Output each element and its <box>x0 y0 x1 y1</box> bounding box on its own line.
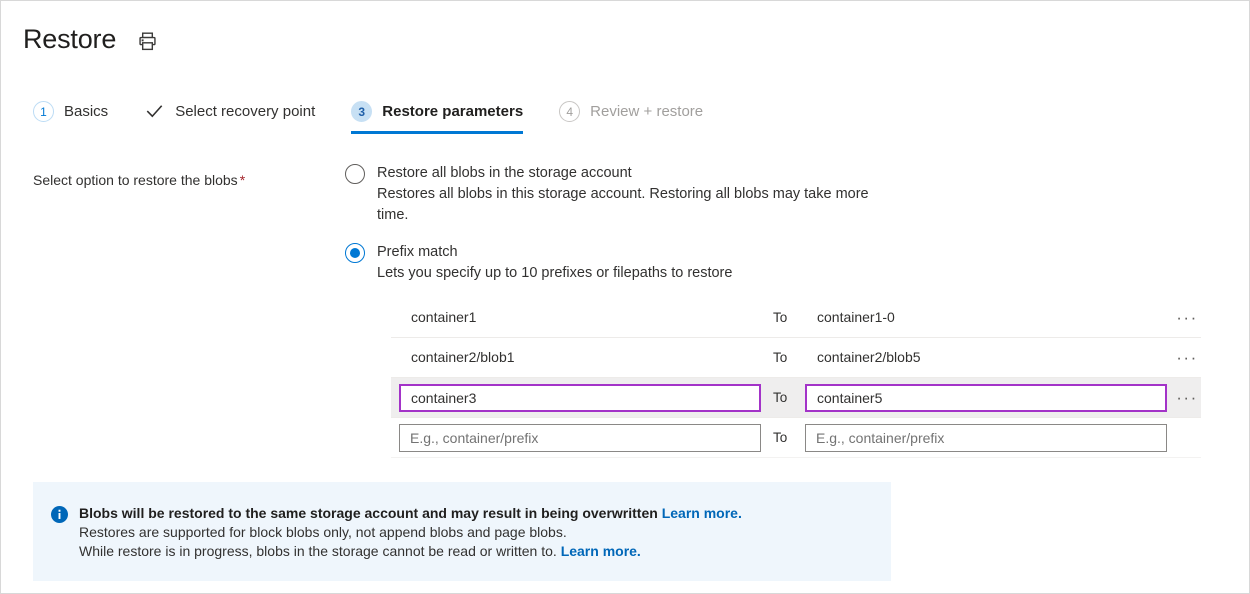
wizard-step-restore-parameters[interactable]: 3 Restore parameters <box>351 101 523 134</box>
radio-button-restore-all[interactable] <box>345 164 365 184</box>
wizard-step-label: Review + restore <box>590 103 703 120</box>
to-label: To <box>761 390 805 405</box>
prefix-destination-input[interactable] <box>805 384 1167 412</box>
learn-more-link-1[interactable]: Learn more. <box>662 505 742 521</box>
radio-option-prefix-match[interactable]: Prefix match Lets you specify up to 10 p… <box>345 242 1249 284</box>
info-banner: Blobs will be restored to the same stora… <box>33 482 891 581</box>
info-banner-line-1-text: Blobs will be restored to the same stora… <box>79 505 662 521</box>
printer-icon[interactable] <box>134 28 160 54</box>
checkmark-icon <box>144 101 165 122</box>
wizard-step-basics[interactable]: 1 Basics <box>33 101 108 134</box>
field-label: Select option to restore the blobs* <box>33 163 345 458</box>
table-row: container2/blob1 To container2/blob5 ··· <box>391 338 1201 378</box>
prefix-destination-cell: container1-0 <box>805 309 1167 327</box>
wizard-step-select-recovery-point[interactable]: Select recovery point <box>144 101 315 134</box>
required-asterisk: * <box>240 172 245 188</box>
info-banner-text: Blobs will be restored to the same stora… <box>79 504 742 561</box>
radio-button-prefix-match[interactable] <box>345 243 365 263</box>
prefix-source-cell: container1 <box>399 309 761 327</box>
prefix-destination-cell <box>805 384 1167 412</box>
table-row: To ··· <box>391 378 1201 418</box>
info-banner-line-3: While restore is in progress, blobs in t… <box>79 542 742 561</box>
to-label: To <box>761 310 805 325</box>
restore-blade: Restore 1 Basics Select recovery point <box>0 0 1250 594</box>
prefix-match-table: container1 To container1-0 ··· container… <box>391 298 1201 458</box>
wizard-steps: 1 Basics Select recovery point 3 Restore… <box>1 101 1249 141</box>
step-number-badge: 3 <box>351 101 372 122</box>
prefix-destination-value: container1-0 <box>805 309 895 325</box>
wizard-step-review-restore[interactable]: 4 Review + restore <box>559 101 703 134</box>
radio-option-restore-all-blobs[interactable]: Restore all blobs in the storage account… <box>345 163 1249 226</box>
prefix-source-input[interactable] <box>399 424 761 452</box>
learn-more-link-2[interactable]: Learn more. <box>561 543 641 559</box>
table-row: container1 To container1-0 ··· <box>391 298 1201 338</box>
radio-option-title: Prefix match <box>377 242 732 263</box>
page-title: Restore <box>23 22 116 56</box>
prefix-destination-cell <box>805 424 1167 452</box>
prefix-destination-cell: container2/blob5 <box>805 349 1167 367</box>
restore-option-field: Select option to restore the blobs* Rest… <box>1 163 1249 458</box>
radio-option-description: Restores all blobs in this storage accou… <box>377 184 897 226</box>
radio-option-texts: Prefix match Lets you specify up to 10 p… <box>377 242 732 284</box>
wizard-step-label: Basics <box>64 103 108 120</box>
prefix-source-value: container1 <box>399 309 476 325</box>
prefix-source-value: container2/blob1 <box>399 349 515 365</box>
row-context-menu-icon[interactable]: ··· <box>1167 313 1207 323</box>
radio-option-title: Restore all blobs in the storage account <box>377 163 897 184</box>
wizard-step-label: Select recovery point <box>175 103 315 120</box>
wizard-step-label: Restore parameters <box>382 103 523 120</box>
field-label-text: Select option to restore the blobs <box>33 172 238 188</box>
radio-option-texts: Restore all blobs in the storage account… <box>377 163 897 226</box>
info-banner-line-1: Blobs will be restored to the same stora… <box>79 504 742 523</box>
row-context-menu-icon[interactable]: ··· <box>1167 353 1207 363</box>
to-label: To <box>761 350 805 365</box>
radio-option-description: Lets you specify up to 10 prefixes or fi… <box>377 263 732 284</box>
prefix-source-input[interactable] <box>399 384 761 412</box>
radio-group: Restore all blobs in the storage account… <box>345 163 1249 458</box>
step-number-badge: 4 <box>559 101 580 122</box>
prefix-source-cell <box>399 384 761 412</box>
info-circle-icon <box>51 506 68 523</box>
prefix-source-cell <box>399 424 761 452</box>
blade-header: Restore <box>1 1 1249 63</box>
prefix-destination-input[interactable] <box>805 424 1167 452</box>
table-row: To <box>391 418 1201 458</box>
row-context-menu-icon[interactable]: ··· <box>1167 393 1207 403</box>
info-banner-line-3-text: While restore is in progress, blobs in t… <box>79 543 561 559</box>
to-label: To <box>761 430 805 445</box>
step-number-badge: 1 <box>33 101 54 122</box>
info-banner-line-2: Restores are supported for block blobs o… <box>79 523 742 542</box>
prefix-source-cell: container2/blob1 <box>399 349 761 367</box>
prefix-destination-value: container2/blob5 <box>805 349 921 365</box>
